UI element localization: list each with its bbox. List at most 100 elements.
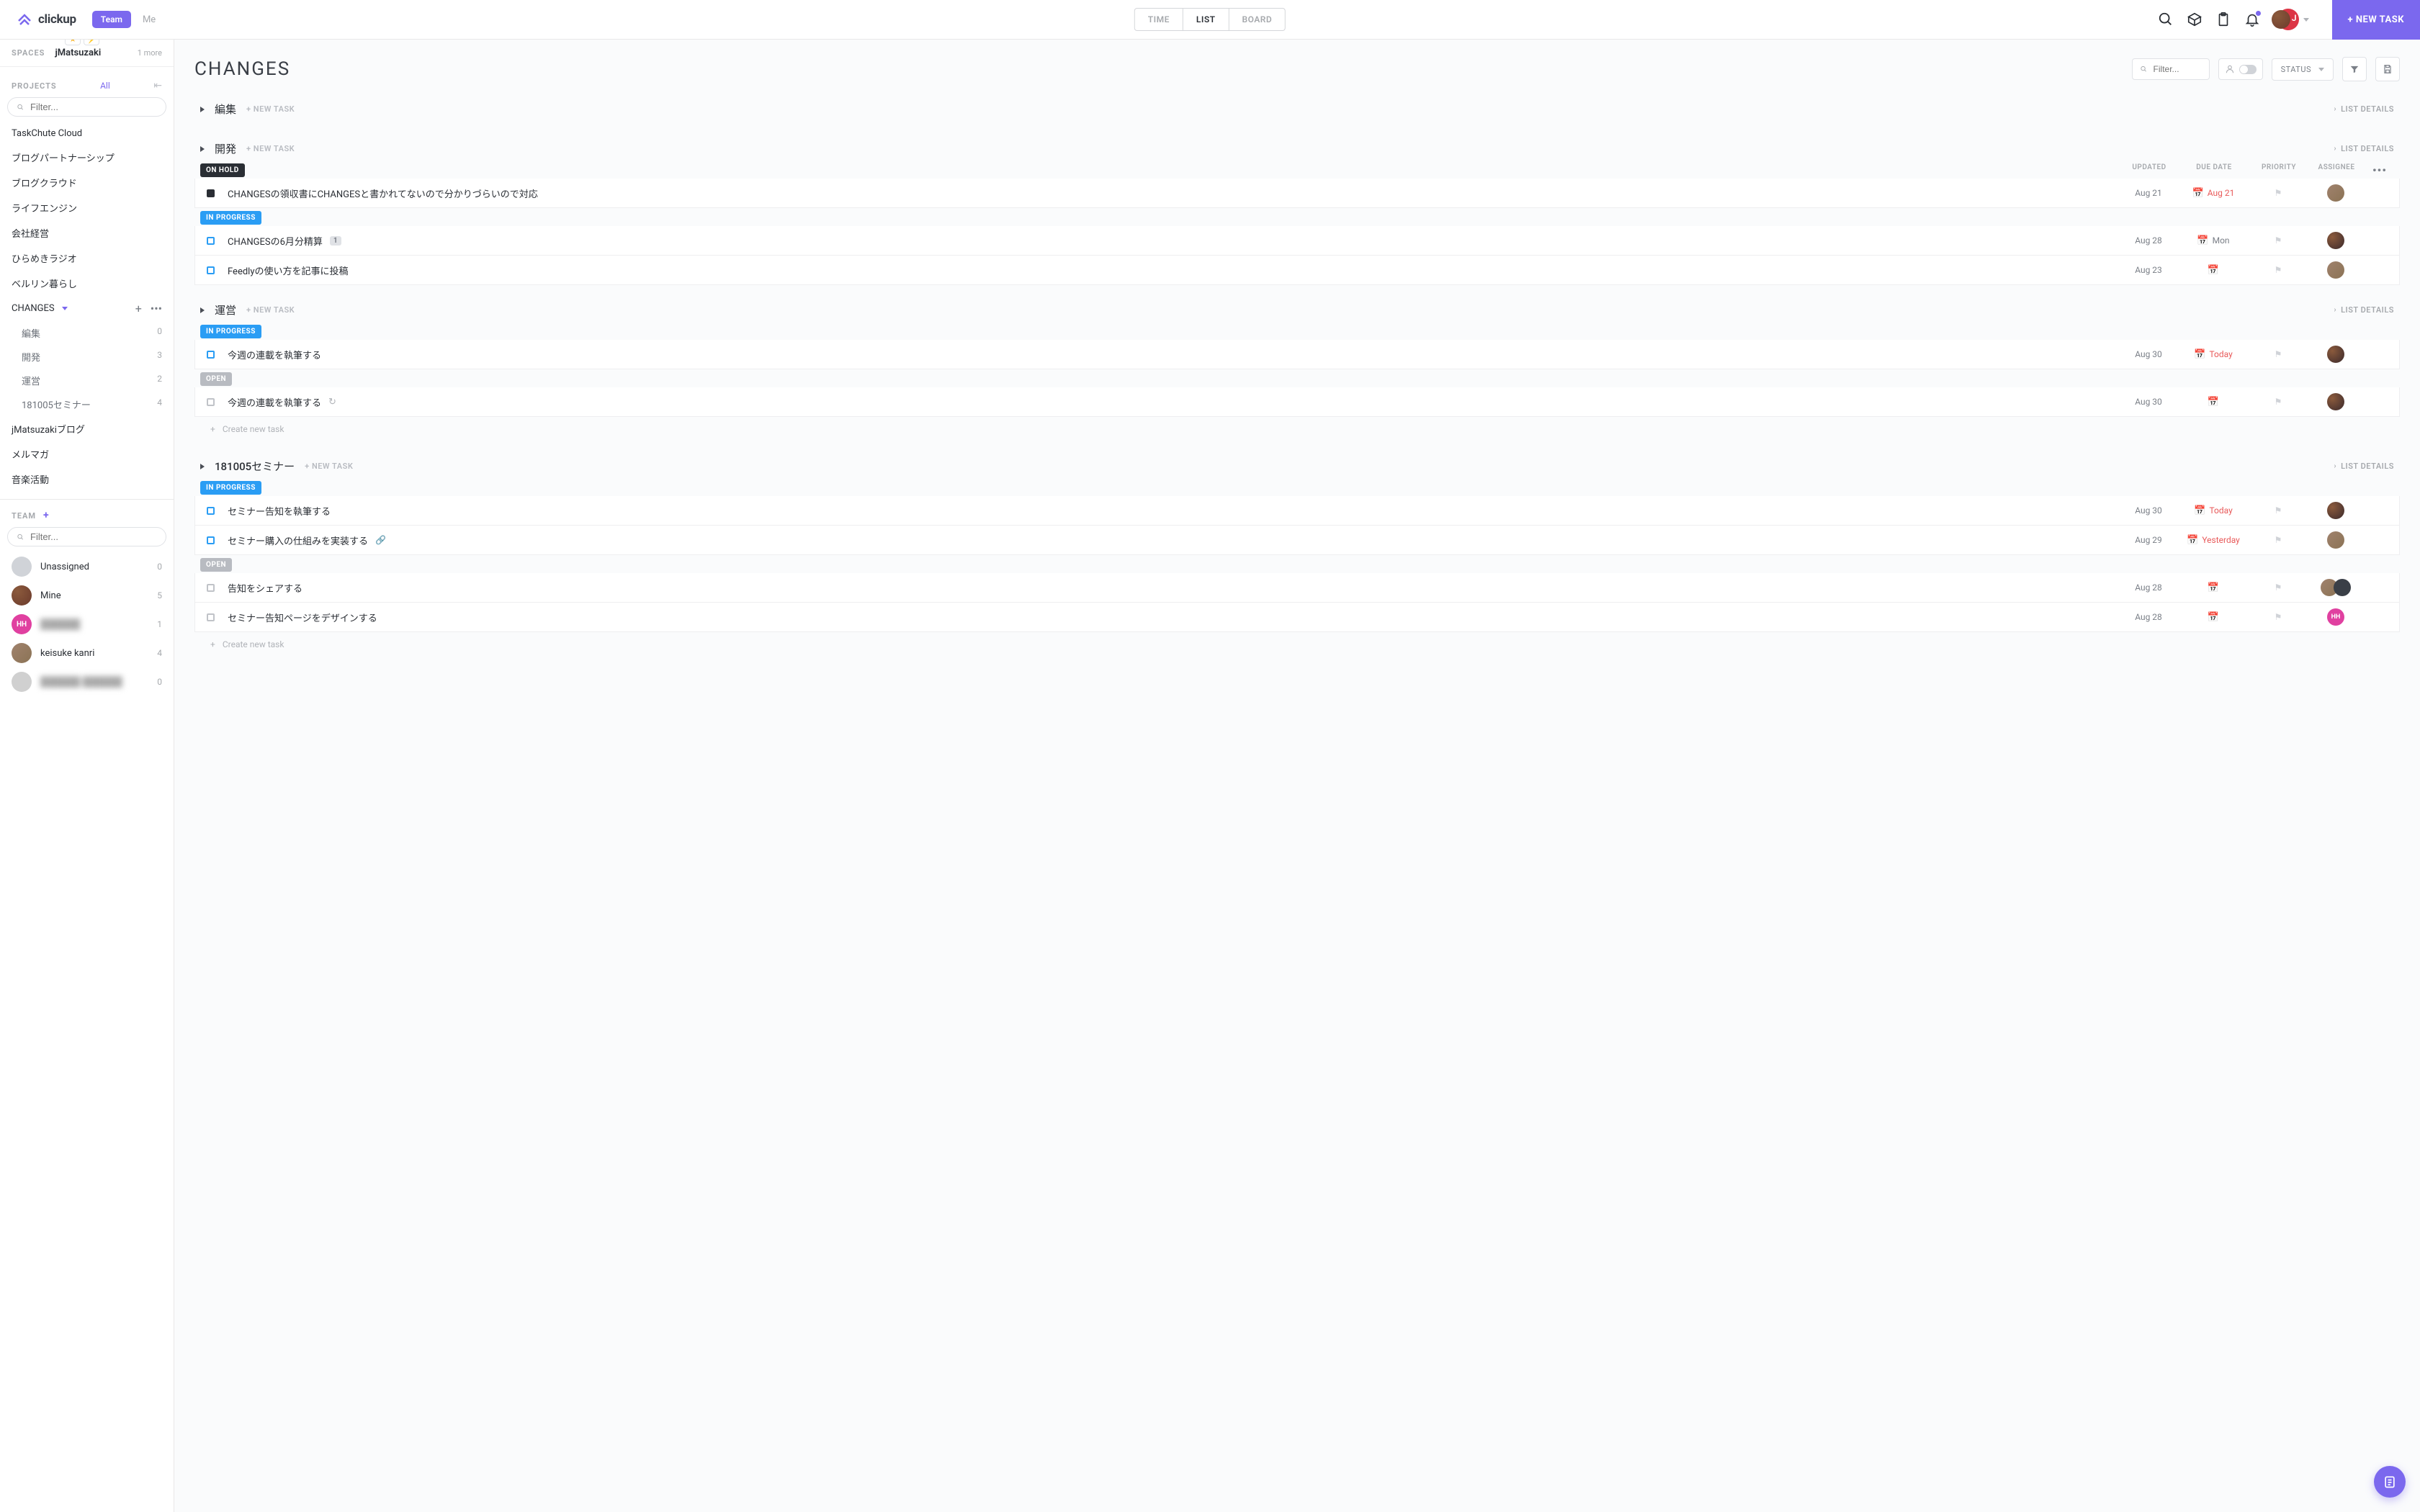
me-label[interactable]: Me bbox=[143, 14, 156, 25]
status-square[interactable] bbox=[207, 266, 215, 274]
tab-board[interactable]: BOARD bbox=[1229, 9, 1286, 30]
status-square[interactable] bbox=[207, 536, 215, 544]
box-icon[interactable] bbox=[2187, 12, 2202, 27]
team-item[interactable]: HH██████1 bbox=[0, 610, 174, 639]
new-task-link[interactable]: + NEW TASK bbox=[305, 462, 353, 471]
team-item[interactable]: keisuke kanri4 bbox=[0, 639, 174, 667]
task-row[interactable]: セミナー告知ページをデザインする Aug 28 📅 ⚑ HH bbox=[194, 603, 2400, 632]
priority-cell[interactable]: ⚑ bbox=[2249, 349, 2307, 359]
create-task-link[interactable]: +Create new task bbox=[194, 632, 2400, 657]
project-item[interactable]: 会社経営 bbox=[0, 220, 174, 246]
more-icon[interactable]: ••• bbox=[2365, 163, 2394, 177]
status-pill[interactable]: IN PROGRESS bbox=[200, 325, 261, 338]
status-pill[interactable]: ON HOLD bbox=[200, 163, 245, 177]
add-icon[interactable]: + bbox=[135, 302, 142, 315]
status-pill[interactable]: OPEN bbox=[200, 558, 232, 572]
status-square[interactable] bbox=[207, 507, 215, 515]
project-item[interactable]: ベルリン暮らし bbox=[0, 271, 174, 296]
new-task-link[interactable]: + NEW TASK bbox=[246, 144, 295, 153]
status-square[interactable] bbox=[207, 584, 215, 592]
status-square[interactable] bbox=[207, 398, 215, 406]
team-filter[interactable] bbox=[7, 527, 166, 546]
chevron-icon[interactable] bbox=[200, 464, 205, 469]
status-pill[interactable]: IN PROGRESS bbox=[200, 211, 261, 225]
due-cell[interactable]: 📅Today bbox=[2177, 349, 2249, 360]
all-link[interactable]: All bbox=[100, 81, 110, 91]
task-row[interactable]: CHANGESの領収書にCHANGESと書かれてないので分かりづらいので対応 A… bbox=[194, 179, 2400, 208]
priority-cell[interactable]: ⚑ bbox=[2249, 265, 2307, 275]
group-name[interactable]: 運営 bbox=[215, 302, 236, 318]
project-sub-item[interactable]: 181005セミナー4 bbox=[10, 392, 174, 416]
list-details-link[interactable]: › LIST DETAILS bbox=[2334, 144, 2394, 153]
assignee-cell[interactable] bbox=[2307, 232, 2365, 249]
assignee-cell[interactable] bbox=[2307, 579, 2365, 596]
team-item[interactable]: ██████ ██████0 bbox=[0, 667, 174, 696]
team-item[interactable]: Unassigned0 bbox=[0, 552, 174, 581]
due-cell[interactable]: 📅 bbox=[2177, 582, 2249, 593]
project-filter-input[interactable] bbox=[30, 102, 157, 112]
more-spaces[interactable]: 1 more bbox=[138, 48, 162, 58]
project-filter[interactable] bbox=[7, 97, 166, 117]
task-row[interactable]: CHANGESの6月分精算1 Aug 28 📅Mon ⚑ bbox=[194, 226, 2400, 256]
project-item[interactable]: ライフエンジン bbox=[0, 195, 174, 220]
tab-time[interactable]: TIME bbox=[1135, 9, 1183, 30]
list-details-link[interactable]: › LIST DETAILS bbox=[2334, 462, 2394, 471]
team-filter-input[interactable] bbox=[30, 531, 157, 542]
star-icon[interactable]: ★ bbox=[65, 40, 81, 45]
new-task-button[interactable]: + NEW TASK bbox=[2332, 0, 2420, 40]
project-sub-item[interactable]: 編集0 bbox=[10, 321, 174, 345]
search-icon[interactable] bbox=[2158, 12, 2174, 27]
status-square[interactable] bbox=[207, 613, 215, 621]
assignee-cell[interactable] bbox=[2307, 346, 2365, 363]
task-row[interactable]: セミナー告知を執筆する Aug 30 📅Today ⚑ bbox=[194, 496, 2400, 526]
filter-button[interactable] bbox=[2342, 57, 2367, 81]
due-cell[interactable]: 📅Yesterday bbox=[2177, 535, 2249, 546]
new-task-link[interactable]: + NEW TASK bbox=[246, 104, 295, 114]
assignee-cell[interactable] bbox=[2307, 502, 2365, 519]
chevron-icon[interactable] bbox=[200, 107, 205, 112]
assignee-cell[interactable]: HH bbox=[2307, 608, 2365, 626]
project-item[interactable]: ブログパートナーシップ bbox=[0, 145, 174, 170]
project-item[interactable]: メルマガ bbox=[0, 441, 174, 467]
notepad-fab[interactable] bbox=[2374, 1466, 2406, 1498]
user-menu[interactable]: J bbox=[2277, 9, 2309, 30]
bell-icon[interactable] bbox=[2244, 12, 2260, 27]
save-view-button[interactable] bbox=[2375, 57, 2400, 81]
project-item[interactable]: TaskChute Cloud bbox=[0, 122, 174, 145]
assignee-cell[interactable] bbox=[2307, 184, 2365, 202]
due-cell[interactable]: 📅Today bbox=[2177, 505, 2249, 516]
team-pill[interactable]: Team bbox=[92, 11, 131, 28]
due-cell[interactable]: 📅 bbox=[2177, 265, 2249, 276]
priority-cell[interactable]: ⚑ bbox=[2249, 535, 2307, 545]
priority-cell[interactable]: ⚑ bbox=[2249, 582, 2307, 593]
list-details-link[interactable]: › LIST DETAILS bbox=[2334, 305, 2394, 315]
group-name[interactable]: 編集 bbox=[215, 102, 236, 117]
project-item[interactable]: jMatsuzakiブログ bbox=[0, 416, 174, 441]
collapse-icon[interactable]: ⇤ bbox=[153, 80, 162, 91]
chevron-icon[interactable] bbox=[200, 307, 205, 313]
chevron-icon[interactable] bbox=[200, 146, 205, 152]
status-pill[interactable]: IN PROGRESS bbox=[200, 481, 261, 495]
task-row[interactable]: 今週の連載を執筆する↻ Aug 30 📅 ⚑ bbox=[194, 387, 2400, 417]
add-team-icon[interactable]: + bbox=[43, 510, 49, 521]
group-name[interactable]: 開発 bbox=[215, 141, 236, 156]
team-item[interactable]: Mine5 bbox=[0, 581, 174, 610]
new-task-link[interactable]: + NEW TASK bbox=[246, 305, 295, 315]
assignee-cell[interactable] bbox=[2307, 261, 2365, 279]
task-row[interactable]: Feedlyの使い方を記事に投稿 Aug 23 📅 ⚑ bbox=[194, 256, 2400, 285]
project-item[interactable]: CHANGES+••• bbox=[0, 296, 174, 321]
logo[interactable]: clickup bbox=[16, 11, 76, 28]
project-item[interactable]: 音楽活動 bbox=[0, 467, 174, 492]
project-sub-item[interactable]: 開発3 bbox=[10, 345, 174, 369]
project-item[interactable]: ひらめきラジオ bbox=[0, 246, 174, 271]
assignee-cell[interactable] bbox=[2307, 393, 2365, 410]
task-row[interactable]: セミナー購入の仕組みを実装する🔗 Aug 29 📅Yesterday ⚑ bbox=[194, 526, 2400, 555]
priority-cell[interactable]: ⚑ bbox=[2249, 235, 2307, 246]
me-toggle[interactable] bbox=[2218, 58, 2263, 80]
bolt-icon[interactable]: ⚡ bbox=[84, 40, 99, 45]
status-pill[interactable]: OPEN bbox=[200, 372, 232, 386]
project-sub-item[interactable]: 運営2 bbox=[10, 369, 174, 392]
tab-list[interactable]: LIST bbox=[1183, 9, 1229, 30]
due-cell[interactable]: 📅Mon bbox=[2177, 235, 2249, 246]
task-row[interactable]: 今週の連載を執筆する Aug 30 📅Today ⚑ bbox=[194, 340, 2400, 369]
